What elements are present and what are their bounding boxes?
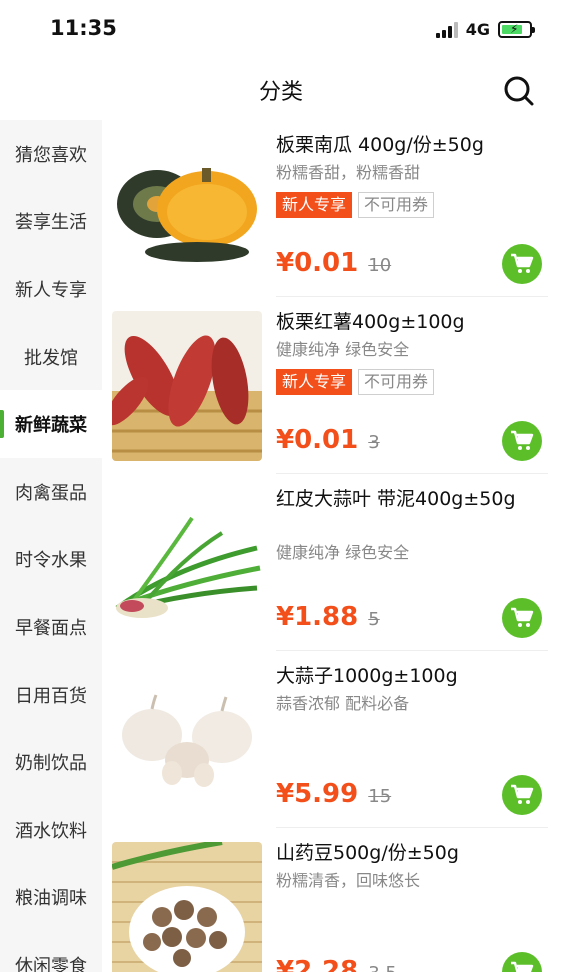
yam-beans-image[interactable] <box>112 842 262 972</box>
no-coupon-tag: 不可用券 <box>358 369 435 395</box>
sidebar-item-grain-oil[interactable]: 粮油调味 <box>0 864 102 932</box>
price: ¥0.01 <box>276 248 359 278</box>
category-sidebar: 猜您喜欢 荟享生活 新人专享 批发馆 新鲜蔬菜 肉禽蛋品 时令水果 早餐面点 日… <box>0 120 102 972</box>
signal-icon <box>435 21 458 38</box>
sidebar-item-drinks[interactable]: 酒水饮料 <box>0 796 102 864</box>
product-description: 粉糯香甜，粉糯香甜 <box>276 163 421 182</box>
sweet-potato-image[interactable] <box>112 311 262 461</box>
product-card[interactable]: 板栗红薯400g±100g 健康纯净 绿色安全 新人专享 不可用券 ¥0.01 … <box>102 297 562 474</box>
sidebar-item-meat-eggs[interactable]: 肉禽蛋品 <box>0 458 102 526</box>
garlic-image[interactable] <box>112 665 262 815</box>
sidebar-item-snacks[interactable]: 休闲零食 <box>0 931 102 972</box>
cart-icon <box>511 607 534 627</box>
product-description: 粉糯清香，回味悠长 <box>276 871 421 890</box>
product-description: 健康纯净 绿色安全 <box>276 340 410 359</box>
product-card[interactable]: 板栗南瓜 400g/份±50g 粉糯香甜，粉糯香甜 新人专享 不可用券 ¥0.0… <box>102 120 562 297</box>
add-to-cart-button[interactable] <box>502 244 542 284</box>
sidebar-item-xin-ren-zhuan-xiang[interactable]: 新人专享 <box>0 255 102 323</box>
battery-icon: ⚡ <box>498 21 535 38</box>
price-row: ¥0.01 10 <box>276 248 391 278</box>
original-price: 15 <box>368 786 392 807</box>
price-row: ¥0.01 3 <box>276 425 380 455</box>
product-list: 板栗南瓜 400g/份±50g 粉糯香甜，粉糯香甜 新人专享 不可用券 ¥0.0… <box>102 120 562 972</box>
add-to-cart-button[interactable] <box>502 775 542 815</box>
sidebar-item-cai-nin-xi-huan[interactable]: 猜您喜欢 <box>0 120 102 188</box>
page-header: 分类 <box>0 62 562 120</box>
price-row: ¥5.99 15 <box>276 779 391 809</box>
no-coupon-tag: 不可用券 <box>358 192 435 218</box>
search-icon[interactable] <box>502 74 536 108</box>
status-bar: 11:35 4G ⚡ <box>0 0 562 60</box>
product-description: 蒜香浓郁 配料必备 <box>276 694 410 713</box>
price: ¥0.01 <box>276 425 359 455</box>
product-card[interactable]: 山药豆500g/份±50g 粉糯清香，回味悠长 ¥2.28 3.5 <box>102 828 562 972</box>
page-title: 分类 <box>258 80 303 105</box>
original-price: 5 <box>368 609 380 630</box>
add-to-cart-button[interactable] <box>502 598 542 638</box>
cart-icon <box>511 253 534 273</box>
sidebar-item-fresh-vegetables[interactable]: 新鲜蔬菜 <box>0 390 102 458</box>
pumpkin-image[interactable] <box>112 134 262 284</box>
product-tags: 新人专享 不可用券 <box>276 369 435 395</box>
product-tags: 新人专享 不可用券 <box>276 192 435 218</box>
price: ¥1.88 <box>276 602 359 632</box>
product-name[interactable]: 板栗红薯400g±100g <box>276 309 546 335</box>
product-description: 健康纯净 绿色安全 <box>276 543 410 562</box>
sidebar-item-pi-fa-guan[interactable]: 批发馆 <box>0 323 102 391</box>
green-garlic-image[interactable] <box>112 488 262 638</box>
original-price: 10 <box>368 255 392 276</box>
sidebar-item-dairy[interactable]: 奶制饮品 <box>0 728 102 796</box>
cart-icon <box>511 430 534 450</box>
original-price: 3 <box>368 432 380 453</box>
new-user-tag: 新人专享 <box>276 369 353 395</box>
sidebar-item-seasonal-fruit[interactable]: 时令水果 <box>0 526 102 594</box>
price-row: ¥2.28 3.5 <box>276 956 397 972</box>
status-time: 11:35 <box>50 16 117 40</box>
price-row: ¥1.88 5 <box>276 602 380 632</box>
product-card[interactable]: 大蒜子1000g±100g 蒜香浓郁 配料必备 ¥5.99 15 <box>102 651 562 828</box>
add-to-cart-button[interactable] <box>502 421 542 461</box>
sidebar-item-daily-goods[interactable]: 日用百货 <box>0 661 102 729</box>
price: ¥2.28 <box>276 956 359 972</box>
status-indicators: 4G ⚡ <box>435 20 535 39</box>
new-user-tag: 新人专享 <box>276 192 353 218</box>
cart-icon <box>511 784 534 804</box>
sidebar-item-hui-xiang-sheng-huo[interactable]: 荟享生活 <box>0 188 102 256</box>
sidebar-item-breakfast[interactable]: 早餐面点 <box>0 593 102 661</box>
product-card[interactable]: 红皮大蒜叶 带泥400g±50g 健康纯净 绿色安全 ¥1.88 5 <box>102 474 562 651</box>
product-name[interactable]: 板栗南瓜 400g/份±50g <box>276 132 546 158</box>
price: ¥5.99 <box>276 779 359 809</box>
product-name[interactable]: 大蒜子1000g±100g <box>276 663 546 689</box>
original-price: 3.5 <box>368 963 397 972</box>
network-type: 4G <box>465 20 490 39</box>
product-name[interactable]: 山药豆500g/份±50g <box>276 840 546 866</box>
cart-icon <box>511 961 534 972</box>
product-name[interactable]: 红皮大蒜叶 带泥400g±50g <box>276 486 546 512</box>
add-to-cart-button[interactable] <box>502 952 542 972</box>
